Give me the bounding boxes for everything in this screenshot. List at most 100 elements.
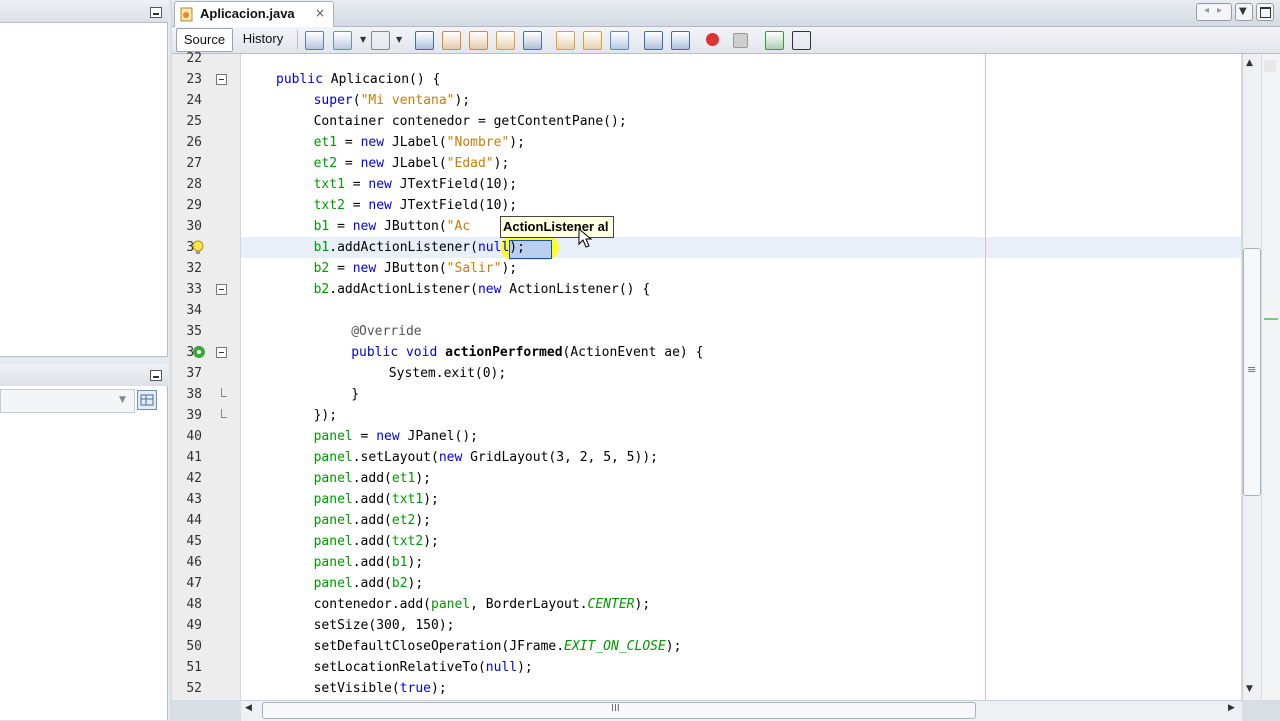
lightbulb-hint-icon[interactable] [191, 240, 205, 256]
maximize-button[interactable] [1256, 3, 1274, 21]
code-token: super [313, 93, 353, 108]
find-prev-icon[interactable] [442, 31, 461, 50]
code-token: et2 [313, 156, 338, 171]
code-token: .add( [352, 492, 392, 507]
code-token: ); [415, 513, 432, 528]
override-marker-icon[interactable] [192, 345, 206, 359]
code-line: setLocationRelativeTo(null); [314, 657, 533, 678]
line-number: 39 [186, 408, 202, 423]
chevron-left-icon[interactable]: ◂ [1204, 5, 1209, 16]
filter-icon[interactable] [137, 390, 157, 410]
tab-aplicacion-java[interactable]: Aplicacion.java × [174, 1, 334, 27]
stop-macro-icon[interactable] [733, 33, 748, 48]
code-token: ); [423, 492, 439, 507]
code-token: et1 [391, 471, 416, 486]
fold-collapse-icon[interactable] [216, 74, 227, 85]
shift-left-icon[interactable] [644, 31, 663, 50]
code-token: new [352, 261, 377, 276]
rect-select-icon[interactable] [523, 31, 542, 50]
code-token: ); [517, 660, 533, 675]
code-token: ( [352, 93, 361, 108]
navigator-combo[interactable]: ▼ [0, 389, 135, 413]
code-token: void [405, 345, 438, 360]
code-token: JLabel( [384, 156, 447, 171]
code-token: panel [313, 534, 353, 549]
status-indicator-icon [1264, 60, 1276, 72]
code-token: new [360, 135, 385, 150]
line-number: 22 [186, 51, 202, 66]
code-token: setSize(300, 150); [313, 618, 455, 633]
close-icon[interactable]: × [315, 6, 325, 20]
code-token: = [337, 156, 361, 171]
navigator-panel-header [0, 364, 168, 387]
fold-collapse-icon[interactable] [216, 284, 227, 295]
code-line: } [351, 384, 359, 405]
grip-icon: III [611, 703, 620, 714]
code-token: new [477, 282, 502, 297]
line-number: 32 [186, 261, 202, 276]
code-token: new [368, 198, 392, 213]
code-token: System. [388, 366, 444, 381]
record-macro-icon[interactable] [706, 33, 719, 46]
code-line: }); [314, 405, 337, 426]
find-next-icon[interactable] [469, 31, 488, 50]
maximize-icon [1260, 7, 1271, 18]
scroll-left-icon[interactable]: ◀ [245, 703, 252, 713]
fold-collapse-icon[interactable] [216, 347, 227, 358]
line-number: 23 [186, 72, 202, 87]
code-token: JButton( [376, 261, 447, 276]
fold-end-icon [221, 388, 227, 397]
chevron-down-icon[interactable]: ▼ [360, 35, 366, 44]
shift-right-icon[interactable] [671, 31, 690, 50]
uncomment-icon[interactable] [792, 31, 811, 50]
code-token: public [276, 72, 323, 87]
next-bookmark-icon[interactable] [583, 31, 602, 50]
line-number: 25 [186, 114, 202, 129]
code-line: b1 = new JButton("Ac [314, 216, 471, 237]
code-line: setVisible(true); [314, 678, 447, 699]
code-token: null [485, 660, 518, 675]
code-line: public Aplicacion() { [276, 69, 440, 90]
back-icon[interactable] [305, 31, 324, 50]
code-token: contenedor.add( [313, 597, 431, 612]
code-token: ); [407, 576, 424, 591]
horizontal-scroll-thumb[interactable]: III [262, 702, 976, 719]
code-token: JLabel( [384, 135, 447, 150]
line-number: 46 [186, 555, 202, 570]
code-token: panel [313, 576, 353, 591]
find-icon[interactable] [415, 31, 434, 50]
comment-icon[interactable] [765, 31, 784, 50]
forward-dropdown-icon[interactable] [333, 31, 352, 50]
code-token: ); [431, 681, 447, 696]
code-token: JTextField(10); [391, 177, 518, 192]
code-token: ActionListener() { [501, 282, 651, 297]
code-token: = [329, 219, 353, 234]
chevron-right-icon[interactable]: ▸ [1217, 5, 1222, 16]
code-token: @Override [351, 324, 422, 339]
scroll-up-icon[interactable]: ▲ [1246, 58, 1253, 68]
scroll-down-icon[interactable]: ▼ [1246, 684, 1253, 694]
code-line: panel.add(et1); [314, 468, 431, 489]
projects-panel-header [0, 0, 168, 23]
tab-list-button[interactable]: ▼ [1235, 3, 1253, 21]
line-number: 28 [186, 177, 202, 192]
prev-bookmark-icon[interactable] [556, 31, 575, 50]
toggle-highlight-icon[interactable] [496, 31, 515, 50]
scroll-right-icon[interactable]: ▶ [1228, 703, 1235, 713]
code-token: et2 [391, 513, 416, 528]
chevron-down-icon[interactable]: ▼ [396, 35, 402, 44]
toggle-bookmark-icon[interactable] [610, 31, 629, 50]
code-token: }); [313, 408, 338, 423]
code-token: GridLayout(3, 2, 5, 5)); [462, 450, 658, 465]
tab-scroll-buttons[interactable]: ◂ ▸ [1196, 3, 1232, 21]
history-button[interactable]: History [236, 28, 290, 50]
code-token: txt2 [391, 534, 424, 549]
vertical-scroll-thumb[interactable]: ≡ [1243, 248, 1261, 496]
minimize-icon[interactable] [150, 7, 162, 18]
minimize-icon[interactable] [150, 370, 162, 381]
code-token: exit(0); [443, 366, 507, 381]
code-token: ); [454, 93, 471, 108]
code-token: = [352, 429, 377, 444]
last-edit-icon[interactable] [371, 31, 390, 50]
code-line: setSize(300, 150); [314, 615, 455, 636]
